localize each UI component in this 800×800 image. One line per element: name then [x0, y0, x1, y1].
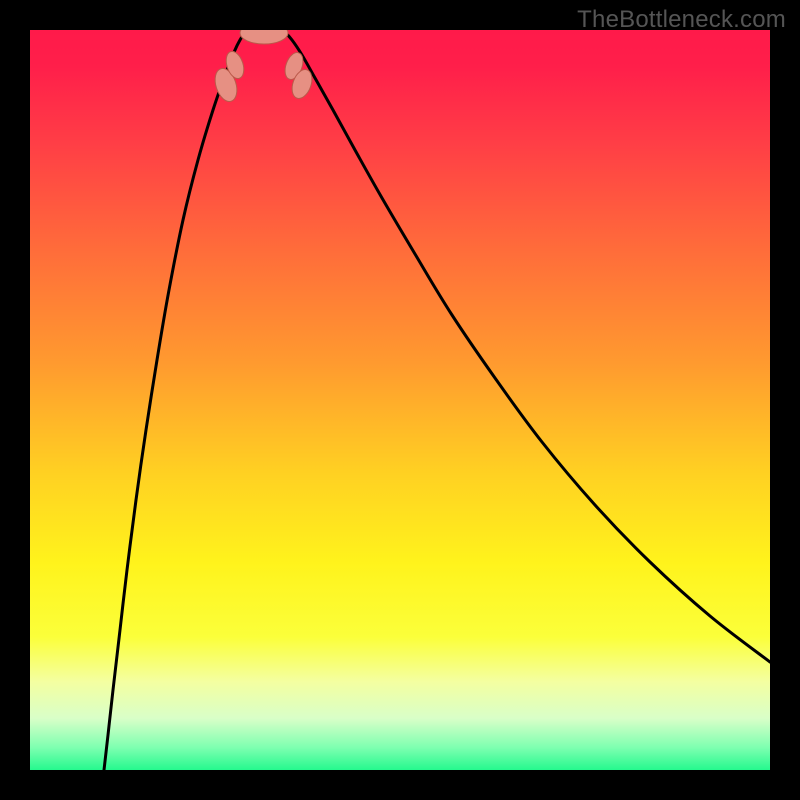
gradient-background	[30, 30, 770, 770]
chart-svg	[30, 30, 770, 770]
plot-area	[30, 30, 770, 770]
chart-frame: TheBottleneck.com	[0, 0, 800, 800]
